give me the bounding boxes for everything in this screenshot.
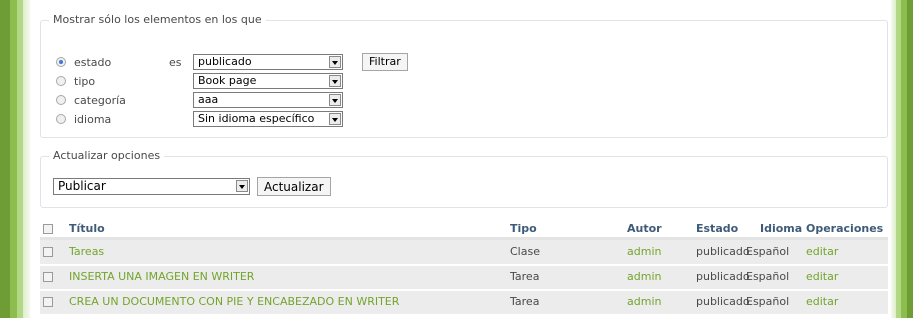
filter-row-tipo: tipo	[56, 72, 169, 90]
filter-label-categoria: categoría	[74, 93, 126, 107]
table-header: Título Tipo Autor Estado Idioma Operacio…	[40, 218, 888, 240]
header-state[interactable]: Estado	[696, 218, 738, 240]
filter-operator-es: es	[169, 55, 182, 69]
right-decorative-stripe	[891, 0, 913, 318]
row-state: publicado	[696, 245, 750, 258]
filter-select-categoria[interactable]: aaa	[193, 92, 343, 108]
header-author[interactable]: Autor	[627, 218, 662, 240]
row-lang: Español	[746, 295, 790, 308]
table-row: CREA UN DOCUMENTO CON PIE Y ENCABEZADO E…	[40, 291, 888, 315]
row-state: publicado	[696, 295, 750, 308]
row-type: Tarea	[510, 295, 540, 308]
select-all-checkbox[interactable]	[43, 224, 53, 234]
header-lang[interactable]: Idioma	[760, 218, 802, 240]
main-content: Mostrar sólo los elementos en los que es…	[30, 0, 891, 318]
chevron-down-icon	[329, 75, 341, 87]
row-title-link[interactable]: INSERTA UNA IMAGEN EN WRITER	[69, 266, 254, 288]
left-decorative-stripe	[0, 0, 30, 318]
filter-fieldset: Mostrar sólo los elementos en los que es…	[40, 13, 888, 138]
row-type: Clase	[510, 245, 540, 258]
filter-radio-categoria[interactable]	[56, 95, 66, 105]
filter-row-estado: estado es	[56, 53, 196, 71]
header-type[interactable]: Tipo	[510, 218, 537, 240]
row-state: publicado	[696, 270, 750, 283]
row-title-link[interactable]: Tareas	[69, 241, 104, 263]
update-fieldset: Actualizar opciones Publicar Actualizar	[40, 149, 888, 208]
update-legend: Actualizar opciones	[49, 149, 165, 163]
header-title[interactable]: Título	[69, 218, 105, 240]
filter-legend: Mostrar sólo los elementos en los que	[49, 13, 266, 27]
update-select[interactable]: Publicar	[53, 178, 250, 195]
filter-label-tipo: tipo	[74, 74, 96, 88]
row-title-link[interactable]: CREA UN DOCUMENTO CON PIE Y ENCABEZADO E…	[69, 291, 399, 313]
filter-button[interactable]: Filtrar	[362, 53, 408, 71]
chevron-down-icon	[329, 56, 341, 68]
row-checkbox[interactable]	[43, 272, 53, 282]
update-button[interactable]: Actualizar	[257, 177, 331, 196]
chevron-down-icon	[329, 113, 341, 125]
row-lang: Español	[746, 270, 790, 283]
row-edit-link[interactable]: editar	[806, 266, 838, 288]
row-type: Tarea	[510, 270, 540, 283]
filter-select-idioma[interactable]: Sin idioma específico	[193, 111, 343, 127]
filter-radio-idioma[interactable]	[56, 114, 66, 124]
filter-row-categoria: categoría	[56, 91, 169, 109]
chevron-down-icon	[236, 180, 248, 192]
row-author-link[interactable]: admin	[627, 266, 661, 288]
filter-select-tipo[interactable]: Book page	[193, 73, 343, 89]
filter-radio-estado[interactable]	[56, 57, 66, 67]
row-checkbox[interactable]	[43, 247, 53, 257]
filter-select-estado[interactable]: publicado	[193, 54, 343, 70]
row-edit-link[interactable]: editar	[806, 291, 838, 313]
row-edit-link[interactable]: editar	[806, 241, 838, 263]
filter-row-idioma: idioma	[56, 110, 169, 128]
header-ops: Operaciones	[806, 222, 884, 235]
filter-label-estado: estado	[74, 55, 112, 69]
chevron-down-icon	[329, 94, 341, 106]
row-author-link[interactable]: admin	[627, 291, 661, 313]
filter-label-idioma: idioma	[74, 112, 112, 126]
table-row: Tareas Clase admin publicado Español edi…	[40, 240, 888, 265]
filter-radio-tipo[interactable]	[56, 76, 66, 86]
row-lang: Español	[746, 245, 790, 258]
table-row: INSERTA UNA IMAGEN EN WRITER Tarea admin…	[40, 266, 888, 290]
row-author-link[interactable]: admin	[627, 241, 661, 263]
row-checkbox[interactable]	[43, 297, 53, 307]
